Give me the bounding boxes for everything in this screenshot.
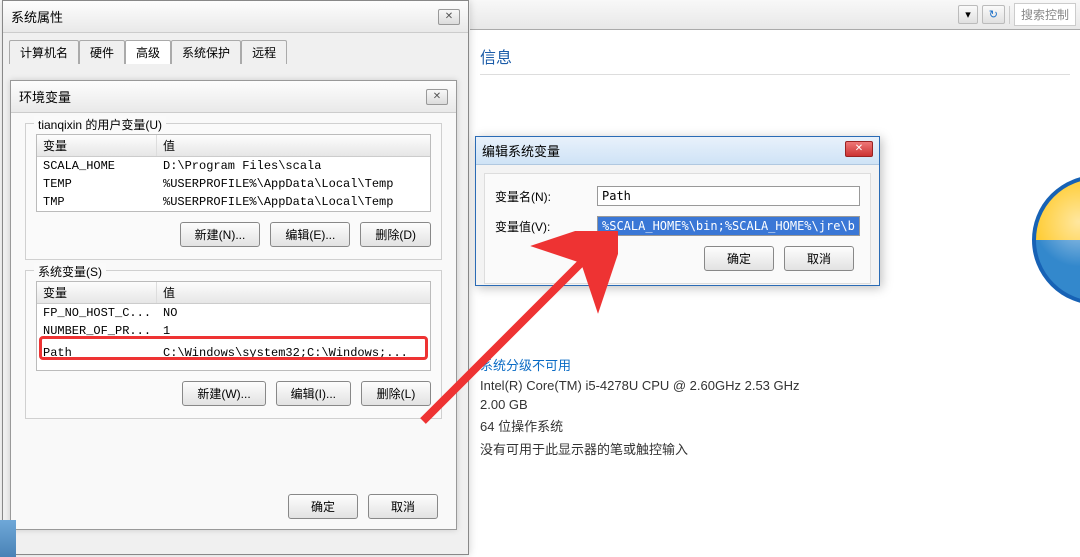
table-row[interactable]: TEMP %USERPROFILE%\AppData\Local\Temp: [37, 175, 430, 193]
delete-sys-var-button[interactable]: 删除(L): [361, 381, 431, 406]
edit-sys-var-button[interactable]: 编辑(I)...: [276, 381, 351, 406]
var-name-label: 变量名(N):: [495, 188, 585, 205]
cpu-info: Intel(R) Core(TM) i5-4278U CPU @ 2.60GHz…: [480, 378, 1070, 393]
tab-system-protection[interactable]: 系统保护: [171, 40, 241, 64]
delete-user-var-button[interactable]: 删除(D): [360, 222, 431, 247]
user-group-label: tianqixin 的用户变量(U): [34, 116, 166, 133]
var-name-input[interactable]: [597, 186, 860, 206]
tab-remote[interactable]: 远程: [241, 40, 287, 64]
new-sys-var-button[interactable]: 新建(W)...: [182, 381, 265, 406]
table-row[interactable]: SCALA_HOME D:\Program Files\scala: [37, 157, 430, 175]
cancel-button[interactable]: 取消: [368, 494, 438, 519]
pen-touch-info: 没有可用于此显示器的笔或触控输入: [480, 439, 1070, 458]
search-box[interactable]: 搜索控制: [1014, 3, 1076, 26]
tab-hardware[interactable]: 硬件: [79, 40, 125, 64]
edit-user-var-button[interactable]: 编辑(E)...: [270, 222, 350, 247]
table-row[interactable]: Path C:\Windows\system32;C:\Windows;...: [37, 344, 430, 362]
refresh-button[interactable]: ↻: [982, 5, 1005, 24]
os-bits-info: 64 位操作系统: [480, 416, 1070, 435]
editvar-titlebar[interactable]: 编辑系统变量 ✕: [476, 137, 879, 165]
cancel-button[interactable]: 取消: [784, 246, 854, 271]
close-icon[interactable]: ✕: [438, 9, 460, 25]
close-icon[interactable]: ✕: [426, 89, 448, 105]
separator: [1009, 6, 1010, 24]
section-title-info: 信息: [480, 44, 1070, 68]
edit-system-variable-dialog: 编辑系统变量 ✕ 变量名(N): 变量值(V): 确定 取消: [475, 136, 880, 286]
user-variables-group: tianqixin 的用户变量(U) 变量 值 SCALA_HOME D:\Pr…: [25, 123, 442, 260]
column-variable[interactable]: 变量: [37, 135, 157, 156]
sys-group-label: 系统变量(S): [34, 263, 106, 280]
var-value-label: 变量值(V):: [495, 218, 585, 235]
envvars-titlebar[interactable]: 环境变量 ✕: [11, 81, 456, 113]
system-variables-group: 系统变量(S) 变量 值 FP_NO_HOST_C... NO NUMBER_O…: [25, 270, 442, 419]
table-row[interactable]: NUMBER_OF_PR... 1: [37, 322, 430, 340]
tab-advanced[interactable]: 高级: [125, 40, 171, 64]
table-row[interactable]: TMP %USERPROFILE%\AppData\Local\Temp: [37, 193, 430, 211]
ok-button[interactable]: 确定: [288, 494, 358, 519]
environment-variables-dialog: 环境变量 ✕ tianqixin 的用户变量(U) 变量 值 SCALA_HOM…: [10, 80, 457, 530]
windows-logo: [1032, 175, 1080, 305]
nav-dropdown[interactable]: ▾: [958, 5, 978, 24]
sysprops-titlebar[interactable]: 系统属性 ✕: [3, 1, 468, 33]
column-value[interactable]: 值: [157, 135, 430, 156]
envvars-title: 环境变量: [19, 87, 71, 106]
column-variable[interactable]: 变量: [37, 282, 157, 303]
editvar-title: 编辑系统变量: [482, 141, 560, 160]
system-variables-table[interactable]: 变量 值 FP_NO_HOST_C... NO NUMBER_OF_PR... …: [36, 281, 431, 371]
new-user-var-button[interactable]: 新建(N)...: [180, 222, 261, 247]
user-variables-table[interactable]: 变量 值 SCALA_HOME D:\Program Files\scala T…: [36, 134, 431, 212]
close-icon[interactable]: ✕: [845, 141, 873, 157]
sysprops-tabs: 计算机名 硬件 高级 系统保护 远程: [3, 33, 468, 63]
address-toolbar: ▾ ↻ 搜索控制: [470, 0, 1080, 30]
var-value-input[interactable]: [597, 216, 860, 236]
tab-computer-name[interactable]: 计算机名: [9, 40, 79, 64]
rating-link[interactable]: 系统分级不可用: [480, 355, 1070, 374]
column-value[interactable]: 值: [157, 282, 430, 303]
ok-button[interactable]: 确定: [704, 246, 774, 271]
taskbar-fragment: [0, 520, 16, 557]
table-row[interactable]: FP_NO_HOST_C... NO: [37, 304, 430, 322]
sysprops-title: 系统属性: [11, 7, 63, 26]
ram-info: 2.00 GB: [480, 397, 1070, 412]
